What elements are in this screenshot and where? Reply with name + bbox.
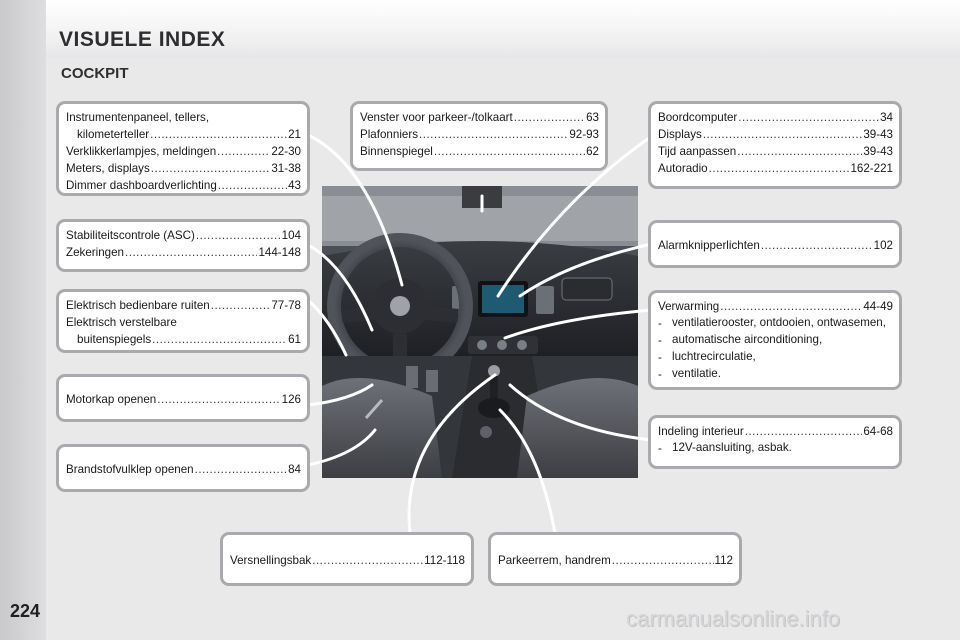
sub-item-text: luchtrecirculatie, [672,350,756,363]
entry-label: Indeling interieur [658,425,744,438]
entry-page: 144-148 [258,246,301,259]
entry-label: Instrumentenpaneel, tellers, [66,111,210,124]
index-entry[interactable]: Brandstofvulklep openen 84 [66,461,301,478]
entry-page: 126 [281,393,301,406]
entry-page: 44-49 [863,300,893,313]
entry-label: Meters, displays [66,162,150,175]
callout-stability: Stabiliteitscontrole (ASC) 104 Zekeringen… [56,219,310,272]
cockpit-photo [322,186,638,478]
index-entry[interactable]: Stabiliteitscontrole (ASC) 104 [66,227,301,244]
index-entry[interactable]: Binnenspiegel 62 [360,143,599,160]
callout-windows: Elektrisch bedienbare ruiten 77-78 Elektr… [56,289,310,353]
entry-label: Verklikkerlampjes, meldingen [66,145,217,158]
entry-label: Boordcomputer [658,111,738,124]
entry-page: 43 [288,179,301,192]
index-entry[interactable]: Dimmer dashboardverlichting 43 [66,177,301,194]
sub-item-text: ventilatie. [672,367,721,380]
entry-label: Parkeerrem, handrem [498,554,611,567]
entry-page: 39-43 [863,145,893,158]
entry-label: Stabiliteitscontrole (ASC) [66,229,195,242]
callout-heating: Verwarming 44-49 -ventilatierooster, ontd… [648,290,902,390]
index-entry[interactable]: Zekeringen 144-148 [66,244,301,261]
entry-page: 102 [873,239,893,252]
index-entry[interactable]: Verwarming 44-49 [658,298,893,315]
entry-page: 84 [288,463,301,476]
entry-page: 92-93 [569,128,599,141]
callout-fuel: Brandstofvulklep openen 84 [56,444,310,492]
entry-label: Tijd aanpassen [658,145,737,158]
entry-label: Versnellingsbak [230,554,312,567]
entry-label-cont: buitenspiegels [77,333,152,346]
cockpit-illustration [322,186,638,478]
index-entry[interactable]: Boordcomputer 34 [658,109,893,126]
sub-item: - ventilatierooster, ontdooien, ontwaseme… [658,315,893,332]
entry-page: 77-78 [271,299,301,312]
callout-parkbrake: Parkeerrem, handrem 112 [488,532,742,586]
index-entry[interactable]: Alarmknipperlichten 102 [658,237,893,254]
watermark: carmanualsonline.info [626,606,841,631]
entry-page: 62 [586,145,599,158]
callout-computer: Boordcomputer 34 Displays 39-43 Tijd aanpa… [648,101,902,189]
index-entry[interactable]: Plafonniers 92-93 [360,126,599,143]
callout-instruments: Instrumentenpaneel, tellers, kilometerte… [56,101,310,196]
sub-item-text: automatische airconditioning, [672,333,823,346]
section-title: COCKPIT [61,65,129,82]
entry-page: 162-221 [850,162,893,175]
index-entry[interactable]: Displays 39-43 [658,126,893,143]
sub-item: -12V-aansluiting, asbak. [658,440,893,457]
index-entry[interactable]: Verklikkerlampjes, meldingen 22-30 [66,143,301,160]
callout-parking-window: Venster voor parkeer-/tolkaart 63 Plafonn… [350,101,608,171]
entry-label: Brandstofvulklep openen [66,463,194,476]
entry-label-cont: kilometerteller [77,128,150,141]
entry-page: 39-43 [863,128,893,141]
sub-item: - automatische airconditioning, [658,332,893,349]
sub-item-text: ventilatierooster, ontdooien, ontwasemen… [672,316,886,329]
entry-page: 112 [714,554,733,567]
left-margin-band [0,0,46,640]
entry-label: Elektrisch bedienbare ruiten [66,299,210,312]
index-entry[interactable]: Versnellingsbak 112-118 [230,552,465,569]
entry-label: Binnenspiegel [360,145,433,158]
page-title: VISUELE INDEX [59,28,226,51]
index-entry[interactable]: Motorkap openen 126 [66,391,301,408]
entry-page: 63 [586,111,599,124]
entry-label: Verwarming [658,300,720,313]
entry-label: Motorkap openen [66,393,157,406]
index-entry[interactable]: Indeling interieur 64-68 [658,423,893,440]
entry-page: 22-30 [271,145,301,158]
entry-label: Elektrisch verstelbare [66,316,177,329]
index-entry[interactable]: Tijd aanpassen 39-43 [658,143,893,160]
entry-page: 112-118 [424,554,465,567]
entry-page: 64-68 [863,425,893,438]
index-entry[interactable]: Venster voor parkeer-/tolkaart 63 [360,109,599,126]
entry-page: 31-38 [271,162,301,175]
index-entry[interactable]: Autoradio 162-221 [658,160,893,177]
entry-label: Autoradio [658,162,708,175]
entry-label: Zekeringen [66,246,125,259]
entry-label: Dimmer dashboardverlichting [66,179,217,192]
callout-gearbox: Versnellingsbak 112-118 [220,532,474,586]
entry-label: Displays [658,128,702,141]
entry-page: 34 [880,111,893,124]
entry-page: 61 [288,333,301,346]
index-entry[interactable]: Parkeerrem, handrem 112 [498,552,733,569]
index-entry[interactable]: Elektrisch bedienbare ruiten 77-78 [66,297,301,314]
entry-page: 104 [281,229,301,242]
entry-label: Plafonniers [360,128,419,141]
index-entry[interactable]: Instrumentenpaneel, tellers, kilometerte… [66,109,301,143]
index-entry[interactable]: Elektrisch verstelbare buitenspiegels 61 [66,314,301,348]
sub-item: - ventilatie. [658,366,893,383]
page-number: 224 [10,601,41,621]
sub-item-text: 12V-aansluiting, asbak. [672,441,792,454]
sub-item: - luchtrecirculatie, [658,349,893,366]
index-entry[interactable]: Meters, displays 31-38 [66,160,301,177]
entry-label: Alarmknipperlichten [658,239,760,252]
callout-bonnet: Motorkap openen 126 [56,374,310,422]
entry-label: Venster voor parkeer-/tolkaart [360,111,513,124]
entry-page: 21 [288,128,301,141]
callout-interior: Indeling interieur 64-68 -12V-aansluiting… [648,415,902,469]
callout-hazard: Alarmknipperlichten 102 [648,220,902,268]
